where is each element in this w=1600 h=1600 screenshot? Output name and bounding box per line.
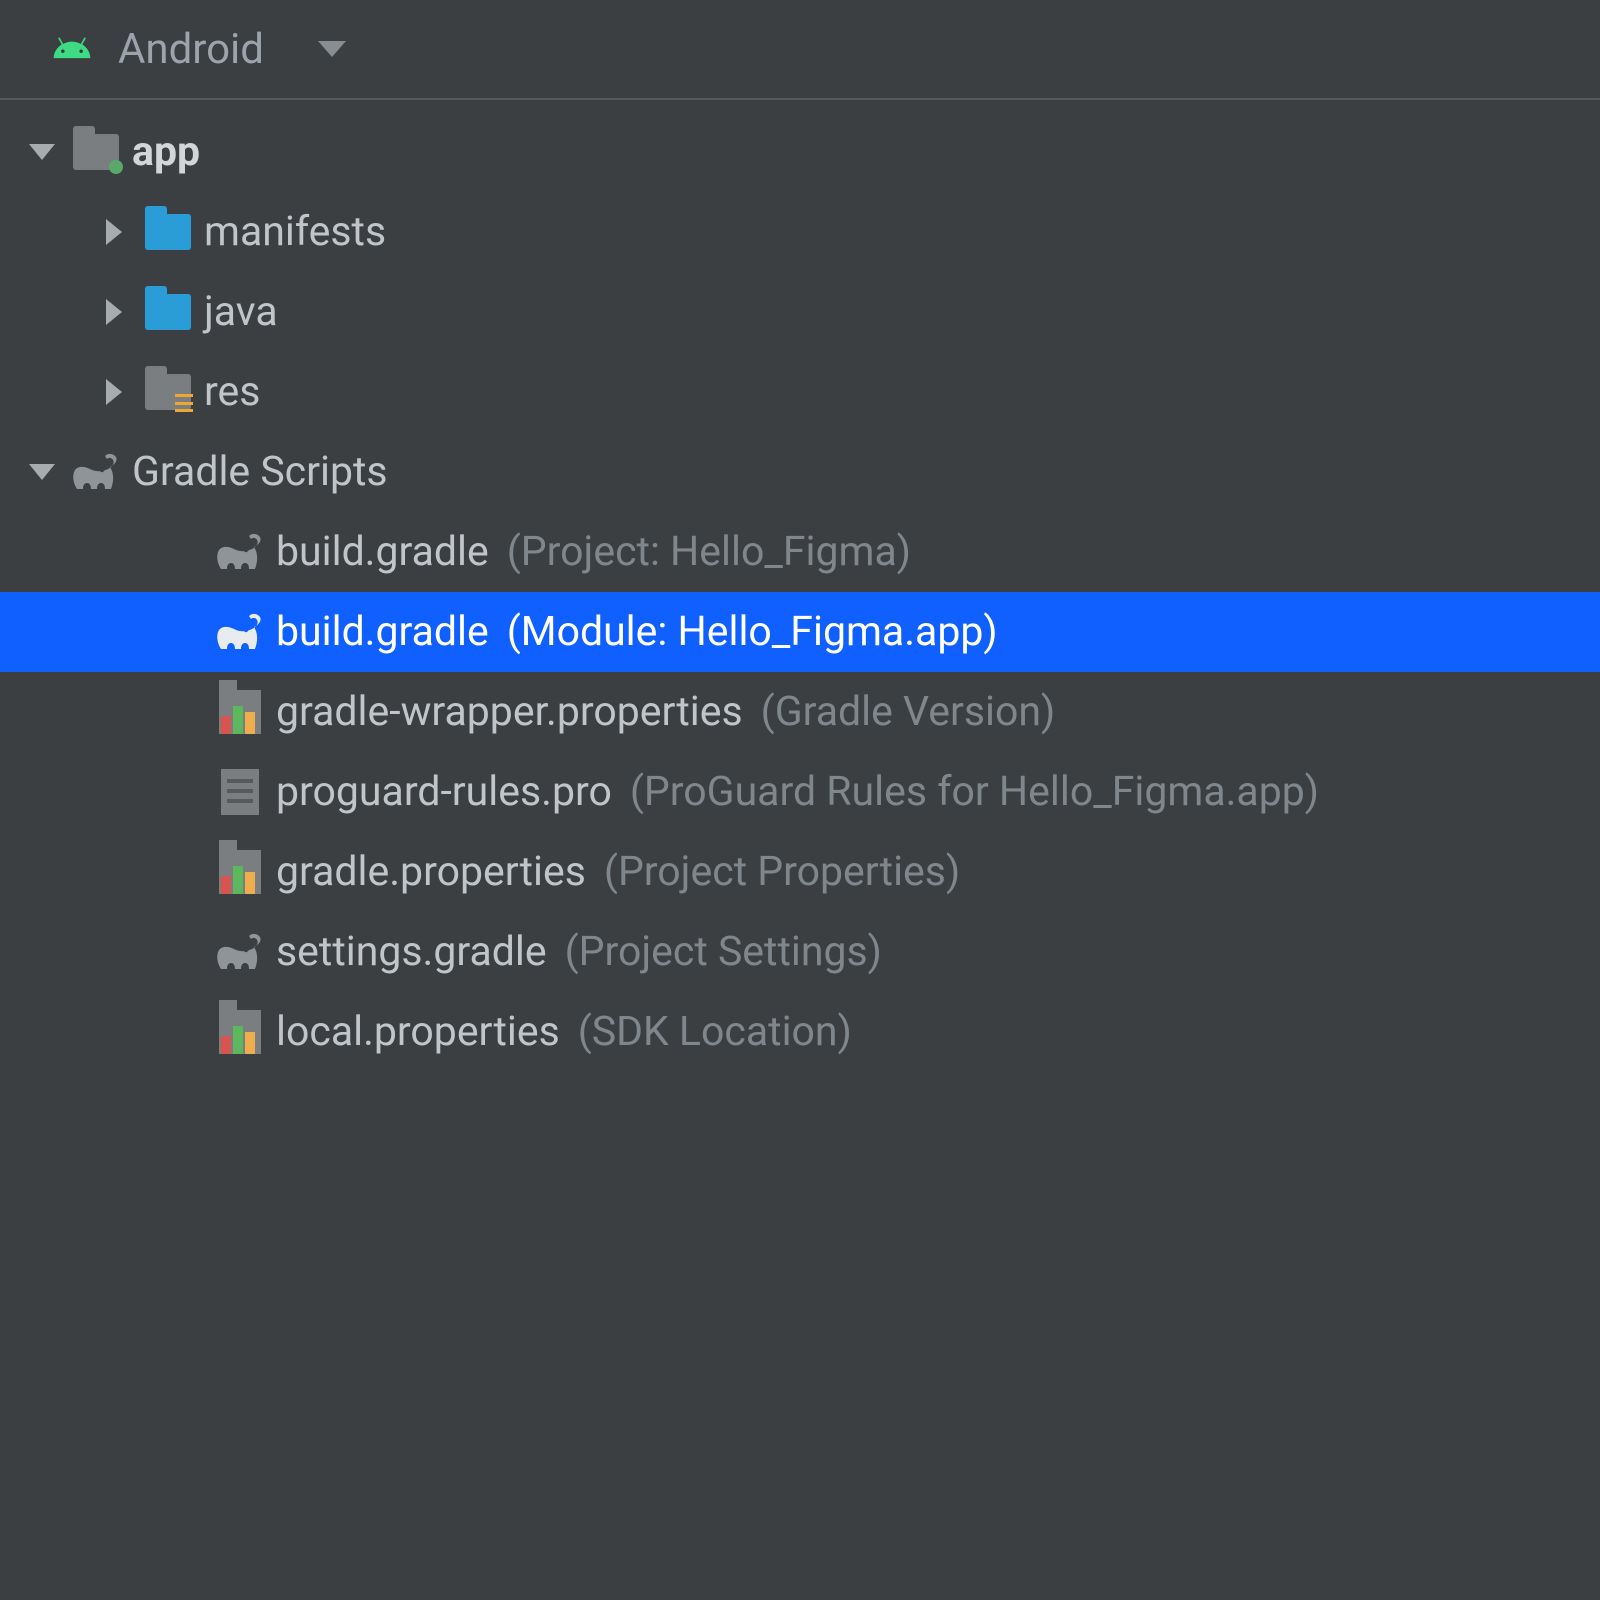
tree-node-gradle-file[interactable]: build.gradle (Project: Hello_Figma) — [0, 512, 1600, 592]
tree-node-hint: (SDK Location) — [578, 1012, 852, 1053]
tree-node-gradle-scripts[interactable]: Gradle Scripts — [0, 432, 1600, 512]
tree-node-manifests[interactable]: manifests — [0, 192, 1600, 272]
tree-node-label: Gradle Scripts — [132, 452, 388, 493]
tree-node-hint: (ProGuard Rules for Hello_Figma.app) — [630, 772, 1319, 813]
chevron-right-icon — [106, 379, 122, 405]
tree-node-gradle-file[interactable]: settings.gradle (Project Settings) — [0, 912, 1600, 992]
tree-node-java[interactable]: java — [0, 272, 1600, 352]
tree-node-hint: (Gradle Version) — [761, 692, 1056, 733]
gradle-icon — [70, 448, 122, 496]
resource-folder-icon — [142, 368, 194, 416]
tree-node-hint: (Project Properties) — [604, 852, 960, 893]
properties-file-icon — [214, 688, 266, 736]
tree-node-gradle-file[interactable]: proguard-rules.pro (ProGuard Rules for He… — [0, 752, 1600, 832]
project-view-selector[interactable]: Android — [0, 0, 1600, 100]
tree-node-res[interactable]: res — [0, 352, 1600, 432]
project-view-label: Android — [118, 25, 264, 74]
tree-node-label: gradle.properties — [276, 852, 586, 893]
tree-node-gradle-file[interactable]: gradle.properties (Project Properties) — [0, 832, 1600, 912]
tree-node-label: build.gradle — [276, 532, 489, 573]
tree-node-gradle-file[interactable]: build.gradle (Module: Hello_Figma.app) — [0, 592, 1600, 672]
gradle-icon — [214, 528, 266, 576]
chevron-right-icon — [106, 299, 122, 325]
tree-node-label: manifests — [204, 212, 386, 253]
chevron-right-icon — [106, 219, 122, 245]
gradle-icon — [214, 608, 266, 656]
tree-node-gradle-file[interactable]: local.properties (SDK Location) — [0, 992, 1600, 1072]
module-folder-icon — [70, 128, 122, 176]
tree-node-label: app — [132, 132, 200, 173]
tree-node-gradle-file[interactable]: gradle-wrapper.properties (Gradle Version… — [0, 672, 1600, 752]
tree-node-hint: (Project Settings) — [565, 932, 882, 973]
tree-node-label: build.gradle — [276, 612, 489, 653]
text-file-icon — [214, 768, 266, 816]
properties-file-icon — [214, 1008, 266, 1056]
android-icon — [50, 27, 94, 71]
tree-node-app[interactable]: app — [0, 112, 1600, 192]
tree-node-hint: (Module: Hello_Figma.app) — [507, 612, 998, 653]
tree-node-label: local.properties — [276, 1012, 560, 1053]
gradle-icon — [214, 928, 266, 976]
tree-node-label: res — [204, 372, 260, 413]
chevron-down-icon — [29, 144, 55, 160]
folder-icon — [142, 208, 194, 256]
tree-node-label: proguard-rules.pro — [276, 772, 612, 813]
properties-file-icon — [214, 848, 266, 896]
tree-node-label: java — [204, 292, 278, 333]
tree-node-label: settings.gradle — [276, 932, 547, 973]
tree-node-label: gradle-wrapper.properties — [276, 692, 743, 733]
chevron-down-icon — [29, 464, 55, 480]
tree-node-hint: (Project: Hello_Figma) — [507, 532, 911, 573]
project-panel: Android app manifests java res — [0, 0, 1600, 1600]
folder-icon — [142, 288, 194, 336]
chevron-down-icon — [318, 41, 346, 57]
project-tree: app manifests java res — [0, 100, 1600, 1600]
